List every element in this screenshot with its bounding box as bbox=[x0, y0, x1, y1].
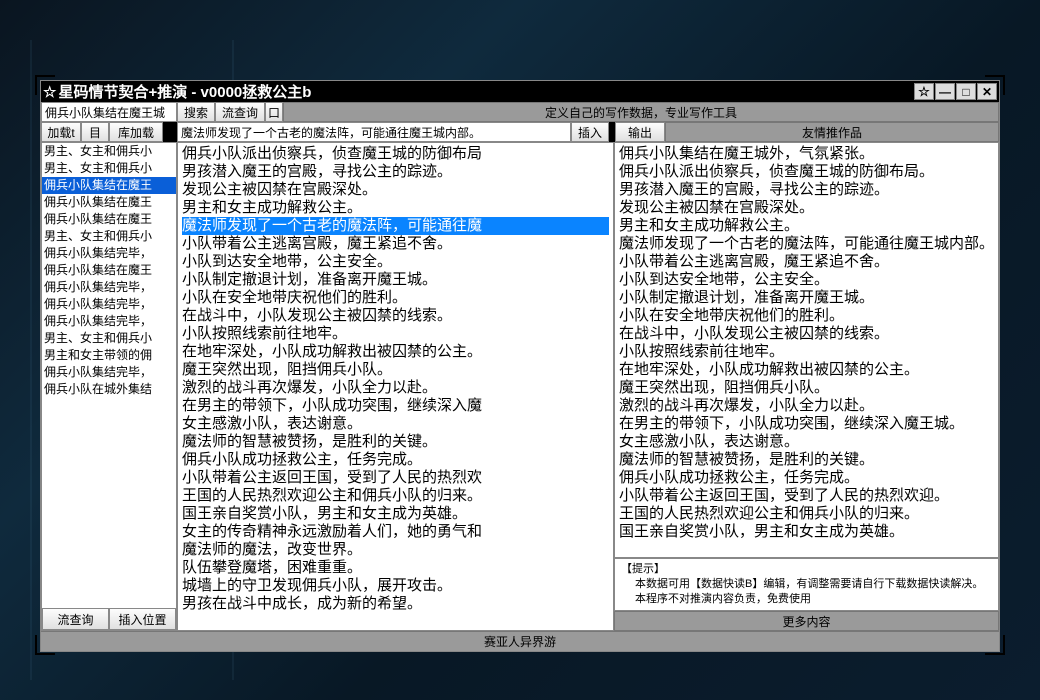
left-panel: 男主、女主和佣兵小男主、女主和佣兵小佣兵小队集结在魔王佣兵小队集结在魔王佣兵小队… bbox=[41, 142, 177, 631]
story-line[interactable]: 发现公主被囚禁在宫殿深处。 bbox=[182, 181, 609, 199]
hint-title: 【提示】 bbox=[621, 562, 992, 577]
hint-line: 本程序不对推演内容负责，免费使用 bbox=[621, 592, 992, 607]
story-line[interactable]: 发现公主被囚禁在宫殿深处。 bbox=[619, 199, 994, 217]
list-item[interactable]: 男主、女主和佣兵小 bbox=[42, 143, 176, 160]
right-story-panel[interactable]: 佣兵小队集结在魔王城外，气氛紧张。佣兵小队派出侦察兵，侦查魔王城的防御布局。男孩… bbox=[614, 142, 999, 558]
footer-bar: 赛亚人异界游 bbox=[41, 631, 999, 651]
list-item[interactable]: 佣兵小队集结在魔王 bbox=[42, 211, 176, 228]
list-item[interactable]: 佣兵小队集结完毕， bbox=[42, 279, 176, 296]
hint-box: 【提示】 本数据可用【数据快读B】编辑，有调整需要请自行下载数据快读解决。 本程… bbox=[614, 558, 999, 611]
insert-button[interactable]: 插入 bbox=[571, 122, 609, 142]
list-item[interactable]: 男主、女主和佣兵小 bbox=[42, 228, 176, 245]
story-line[interactable]: 魔法师的魔法，改变世界。 bbox=[182, 541, 609, 559]
story-line[interactable]: 佣兵小队派出侦察兵，侦查魔王城的防御布局。 bbox=[619, 163, 994, 181]
right-panel: 佣兵小队集结在魔王城外，气氛紧张。佣兵小队派出侦察兵，侦查魔王城的防御布局。男孩… bbox=[614, 142, 999, 631]
info-banner: 定义自己的写作数据，专业写作工具 bbox=[283, 102, 999, 122]
story-line[interactable]: 在地牢深处，小队成功解救出被囚禁的公主。 bbox=[619, 361, 994, 379]
flow-query-button-2[interactable]: 流查询 bbox=[42, 608, 109, 630]
list-item[interactable]: 佣兵小队集结在魔王 bbox=[42, 262, 176, 279]
story-line[interactable]: 队伍攀登魔塔，困难重重。 bbox=[182, 559, 609, 577]
hint-line: 本数据可用【数据快读B】编辑，有调整需要请自行下载数据快读解决。 bbox=[621, 577, 992, 592]
search-button[interactable]: 搜索 bbox=[177, 102, 215, 122]
list-item[interactable]: 佣兵小队集结完毕， bbox=[42, 313, 176, 330]
list-item[interactable]: 佣兵小队集结完毕， bbox=[42, 364, 176, 381]
story-line[interactable]: 男主和女主成功解救公主。 bbox=[182, 199, 609, 217]
flow-query-button[interactable]: 流查询 bbox=[215, 102, 265, 122]
story-line[interactable]: 小队到达安全地带，公主安全。 bbox=[619, 271, 994, 289]
story-line[interactable]: 国王亲自奖赏小队，男主和女主成为英雄。 bbox=[619, 523, 994, 541]
story-line[interactable]: 在男主的带领下，小队成功突围，继续深入魔 bbox=[182, 397, 609, 415]
story-line[interactable]: 在战斗中，小队发现公主被囚禁的线索。 bbox=[182, 307, 609, 325]
list-item[interactable]: 男主、女主和佣兵小 bbox=[42, 330, 176, 347]
maximize-button[interactable]: □ bbox=[956, 83, 976, 100]
story-line[interactable]: 女主的传奇精神永远激励着人们，她的勇气和 bbox=[182, 523, 609, 541]
lib-load-button[interactable]: 库加载 bbox=[109, 122, 163, 142]
story-line[interactable]: 男孩潜入魔王的宫殿，寻找公主的踪迹。 bbox=[619, 181, 994, 199]
window-title: 星码情节契合+推演 - v0000拯救公主b bbox=[58, 81, 311, 102]
list-item[interactable]: 男主、女主和佣兵小 bbox=[42, 160, 176, 177]
recommend-bar[interactable]: 友情推作品 bbox=[665, 122, 999, 142]
list-item[interactable]: 佣兵小队在城外集结 bbox=[42, 381, 176, 398]
story-line[interactable]: 在地牢深处，小队成功解救出被囚禁的公主。 bbox=[182, 343, 609, 361]
story-line[interactable]: 在战斗中，小队发现公主被囚禁的线索。 bbox=[619, 325, 994, 343]
story-line[interactable]: 城墙上的守卫发现佣兵小队，展开攻击。 bbox=[182, 577, 609, 595]
story-line[interactable]: 小队带着公主返回王国，受到了人民的热烈欢 bbox=[182, 469, 609, 487]
story-line[interactable]: 小队按照线索前往地牢。 bbox=[182, 325, 609, 343]
list-button[interactable]: 目 bbox=[81, 122, 109, 142]
story-line[interactable]: 小队制定撤退计划，准备离开魔王城。 bbox=[182, 271, 609, 289]
output-button[interactable]: 输出 bbox=[615, 122, 665, 142]
story-line[interactable]: 男孩潜入魔王的宫殿，寻找公主的踪迹。 bbox=[182, 163, 609, 181]
star-icon: ☆ bbox=[43, 83, 56, 101]
story-line[interactable]: 女主感激小队，表达谢意。 bbox=[619, 433, 994, 451]
expand-button[interactable]: 口 bbox=[265, 102, 283, 122]
story-line[interactable]: 男孩在战斗中成长，成为新的希望。 bbox=[182, 595, 609, 613]
middle-story-panel[interactable]: 佣兵小队派出侦察兵，侦查魔王城的防御布局男孩潜入魔王的宫殿，寻找公主的踪迹。发现… bbox=[177, 142, 614, 631]
close-button[interactable]: ✕ bbox=[977, 83, 997, 100]
story-line[interactable]: 佣兵小队成功拯救公主，任务完成。 bbox=[619, 469, 994, 487]
story-line[interactable]: 女主感激小队，表达谢意。 bbox=[182, 415, 609, 433]
story-line[interactable]: 小队按照线索前往地牢。 bbox=[619, 343, 994, 361]
story-line[interactable]: 小队制定撤退计划，准备离开魔王城。 bbox=[619, 289, 994, 307]
story-line[interactable]: 魔法师发现了一个古老的魔法阵，可能通往魔 bbox=[182, 217, 609, 235]
story-line[interactable]: 男主和女主成功解救公主。 bbox=[619, 217, 994, 235]
list-item[interactable]: 佣兵小队集结完毕， bbox=[42, 296, 176, 313]
story-line[interactable]: 国王亲自奖赏小队，男主和女主成为英雄。 bbox=[182, 505, 609, 523]
story-line[interactable]: 小队带着公主逃离宫殿，魔王紧追不舍。 bbox=[619, 253, 994, 271]
story-line[interactable]: 小队带着公主返回王国，受到了人民的热烈欢迎。 bbox=[619, 487, 994, 505]
list-item[interactable]: 佣兵小队集结在魔王 bbox=[42, 194, 176, 211]
story-line[interactable]: 激烈的战斗再次爆发，小队全力以赴。 bbox=[619, 397, 994, 415]
favorite-button[interactable]: ☆ bbox=[914, 83, 934, 100]
list-item[interactable]: 佣兵小队集结完毕， bbox=[42, 245, 176, 262]
left-list[interactable]: 男主、女主和佣兵小男主、女主和佣兵小佣兵小队集结在魔王佣兵小队集结在魔王佣兵小队… bbox=[42, 143, 176, 608]
story-line[interactable]: 小队带着公主逃离宫殿，魔王紧追不舍。 bbox=[182, 235, 609, 253]
app-window: ☆ 星码情节契合+推演 - v0000拯救公主b ☆ ― □ ✕ 佣兵小队集结在… bbox=[40, 80, 1000, 652]
more-content-button[interactable]: 更多内容 bbox=[614, 611, 999, 631]
story-line[interactable]: 激烈的战斗再次爆发，小队全力以赴。 bbox=[182, 379, 609, 397]
story-line[interactable]: 在男主的带领下，小队成功突围，继续深入魔王城。 bbox=[619, 415, 994, 433]
minimize-button[interactable]: ― bbox=[935, 83, 955, 100]
story-line[interactable]: 小队在安全地带庆祝他们的胜利。 bbox=[182, 289, 609, 307]
story-line[interactable]: 小队到达安全地带，公主安全。 bbox=[182, 253, 609, 271]
insert-position-button[interactable]: 插入位置 bbox=[109, 608, 176, 630]
load-button[interactable]: 加载t bbox=[41, 122, 81, 142]
story-line[interactable]: 魔法师的智慧被赞扬，是胜利的关键。 bbox=[182, 433, 609, 451]
story-line[interactable]: 王国的人民热烈欢迎公主和佣兵小队的归来。 bbox=[182, 487, 609, 505]
story-line[interactable]: 魔法师发现了一个古老的魔法阵，可能通往魔王城内部。 bbox=[619, 235, 994, 253]
toolbar-row-2: 加载t 目 库加载 魔法师发现了一个古老的魔法阵，可能通往魔王城内部。 插入 输… bbox=[41, 122, 999, 142]
toolbar-row-1: 佣兵小队集结在魔王城 搜索 流查询 口 定义自己的写作数据，专业写作工具 bbox=[41, 102, 999, 122]
story-line[interactable]: 王国的人民热烈欢迎公主和佣兵小队的归来。 bbox=[619, 505, 994, 523]
story-line[interactable]: 魔王突然出现，阻挡佣兵小队。 bbox=[182, 361, 609, 379]
magic-input[interactable]: 魔法师发现了一个古老的魔法阵，可能通往魔王城内部。 bbox=[177, 122, 571, 142]
list-item[interactable]: 男主和女主带领的佣 bbox=[42, 347, 176, 364]
story-line[interactable]: 佣兵小队集结在魔王城外，气氛紧张。 bbox=[619, 145, 994, 163]
story-line[interactable]: 小队在安全地带庆祝他们的胜利。 bbox=[619, 307, 994, 325]
list-item[interactable]: 佣兵小队集结在魔王 bbox=[42, 177, 176, 194]
story-line[interactable]: 魔王突然出现，阻挡佣兵小队。 bbox=[619, 379, 994, 397]
story-line[interactable]: 魔法师的智慧被赞扬，是胜利的关键。 bbox=[619, 451, 994, 469]
search-input[interactable]: 佣兵小队集结在魔王城 bbox=[41, 102, 177, 122]
main-area: 男主、女主和佣兵小男主、女主和佣兵小佣兵小队集结在魔王佣兵小队集结在魔王佣兵小队… bbox=[41, 142, 999, 631]
story-line[interactable]: 佣兵小队成功拯救公主，任务完成。 bbox=[182, 451, 609, 469]
titlebar: ☆ 星码情节契合+推演 - v0000拯救公主b ☆ ― □ ✕ bbox=[41, 81, 999, 102]
story-line[interactable]: 佣兵小队派出侦察兵，侦查魔王城的防御布局 bbox=[182, 145, 609, 163]
